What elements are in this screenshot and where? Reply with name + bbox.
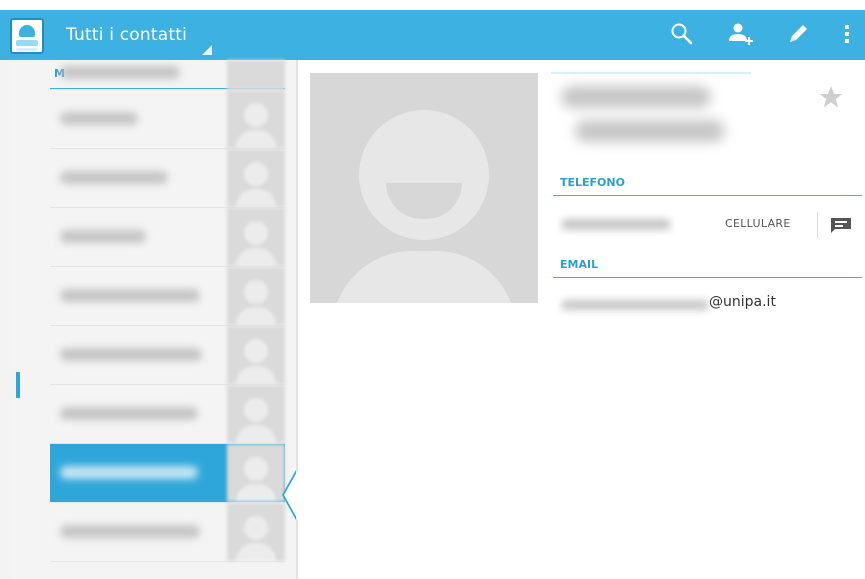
star-favorite-icon[interactable] <box>818 84 844 110</box>
overflow-menu-icon[interactable] <box>833 20 861 48</box>
phone-section-label: TELEFONO <box>560 176 625 189</box>
action-bar: Tutti i contatti <box>0 0 865 60</box>
list-item[interactable] <box>50 149 285 208</box>
phone-row[interactable]: CELLULARE <box>553 200 862 250</box>
contact-filter-title[interactable]: Tutti i contatti <box>66 25 187 45</box>
phone-number-redacted <box>561 219 671 230</box>
contact-name-redacted <box>60 407 198 420</box>
contact-name-redacted <box>60 66 180 79</box>
fast-scroll-indicator[interactable] <box>16 372 20 398</box>
list-item[interactable] <box>50 385 285 444</box>
contact-name-redacted <box>60 171 168 184</box>
contact-name-redacted <box>60 112 138 125</box>
search-icon[interactable] <box>668 20 696 48</box>
message-icon[interactable] <box>830 216 852 234</box>
phone-type-label: CELLULARE <box>725 217 791 230</box>
list-item[interactable] <box>50 326 285 385</box>
list-item-selected[interactable] <box>50 444 285 503</box>
contact-name-redacted <box>60 348 202 361</box>
contact-name-redacted <box>60 230 146 243</box>
list-item[interactable] <box>50 267 285 326</box>
list-item[interactable] <box>50 90 285 149</box>
contact-thumbnail <box>227 326 285 384</box>
contact-photo-placeholder[interactable] <box>310 73 538 303</box>
contact-name-redacted <box>551 72 751 160</box>
edit-icon[interactable] <box>784 20 812 48</box>
contact-name-redacted <box>60 525 200 538</box>
email-user-redacted <box>561 300 709 310</box>
contact-detail-panel: TELEFONO CELLULARE EMAIL @unipa.it <box>298 60 865 579</box>
contact-thumbnail <box>227 444 285 502</box>
list-item[interactable] <box>50 503 285 562</box>
email-domain: @unipa.it <box>709 294 776 310</box>
contact-thumbnail <box>227 267 285 325</box>
email-section-label: EMAIL <box>560 258 599 271</box>
contact-name-redacted <box>60 466 198 479</box>
contact-thumbnail <box>227 385 285 443</box>
contact-thumbnail <box>227 90 285 148</box>
add-contact-icon[interactable] <box>726 20 754 48</box>
contact-thumbnail <box>227 503 285 561</box>
contact-name-redacted <box>60 289 200 302</box>
contact-thumbnail <box>227 149 285 207</box>
email-row[interactable]: @unipa.it <box>553 282 862 322</box>
contact-list-panel[interactable]: M <box>10 60 296 579</box>
contact-thumbnail <box>227 60 285 90</box>
spinner-indicator-icon[interactable] <box>202 45 212 55</box>
contact-thumbnail <box>227 208 285 266</box>
email-section-header: EMAIL <box>553 258 862 278</box>
selection-pointer <box>284 470 298 520</box>
phone-section-header: TELEFONO <box>553 176 862 196</box>
row-divider <box>817 212 818 238</box>
list-item[interactable] <box>50 60 285 90</box>
list-item[interactable] <box>50 208 285 267</box>
contacts-app-icon[interactable] <box>10 18 44 54</box>
